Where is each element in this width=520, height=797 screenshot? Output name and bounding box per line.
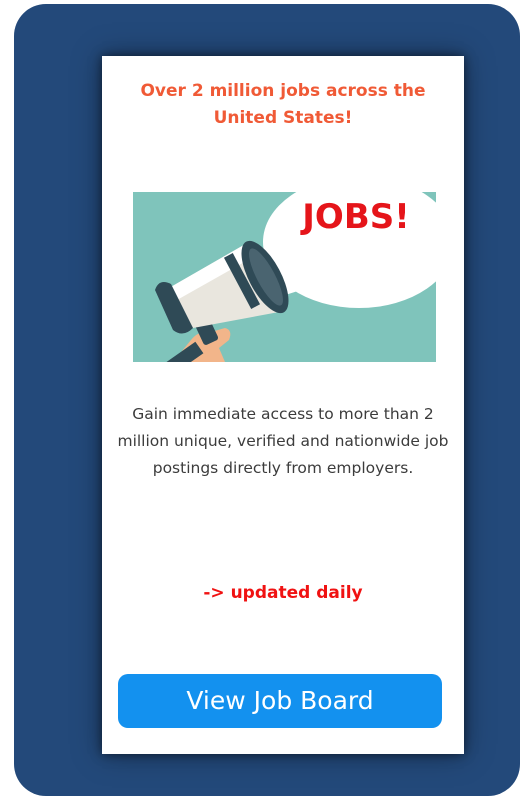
jobs-banner-image: JOBS! [133,192,436,362]
updated-daily-note: -> updated daily [203,583,363,603]
frame-background: Over 2 million jobs across the United St… [14,4,520,796]
view-job-board-button[interactable]: View Job Board [118,674,442,728]
jobs-banner-illustration: JOBS! [133,192,436,362]
bubble-text: JOBS! [300,197,409,237]
promo-card: Over 2 million jobs across the United St… [102,56,464,754]
description-text: Gain immediate access to more than 2 mil… [117,405,449,477]
headline: Over 2 million jobs across the United St… [140,81,426,128]
